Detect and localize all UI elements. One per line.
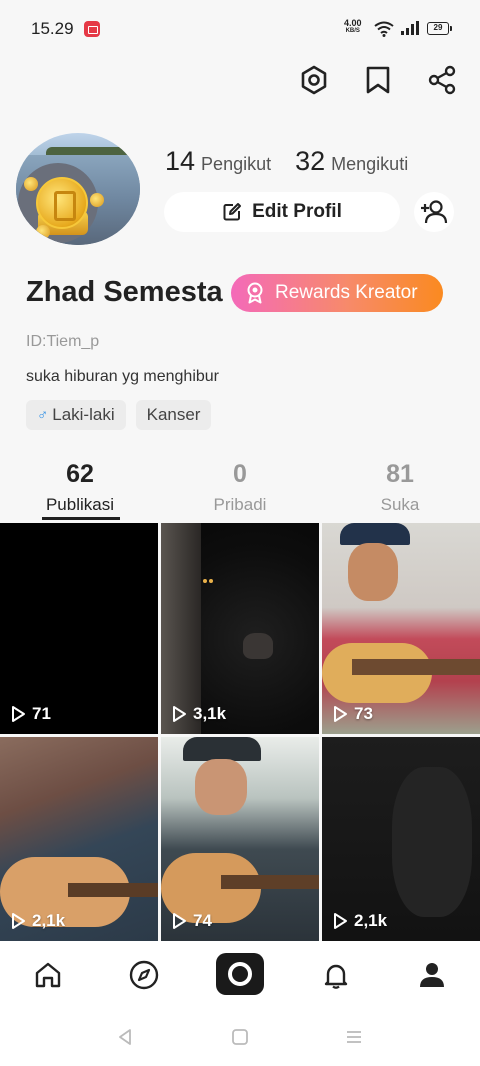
video-grid: 71 3,1k 73 2,1k 74 2,1k [0, 523, 480, 941]
back-icon[interactable] [116, 1028, 134, 1046]
wifi-icon [374, 21, 394, 37]
thumb-hand [243, 633, 273, 659]
view-count: 74 [171, 911, 212, 931]
view-count-value: 73 [354, 704, 373, 723]
thumb-guitar-neck [352, 659, 480, 675]
profile-bio: suka hiburan yg menghibur [26, 368, 220, 385]
tag-gender-label: Laki-laki [52, 405, 115, 424]
video-thumbnail[interactable]: 3,1k [161, 523, 319, 734]
status-time: 15.29 [31, 19, 74, 38]
view-count: 71 [10, 704, 51, 724]
avatar-coin-small [36, 225, 50, 239]
play-icon [173, 913, 186, 929]
view-count: 2,1k [10, 911, 65, 931]
tab-private[interactable]: 0 Pribadi [160, 460, 320, 515]
following-count[interactable]: 32 [295, 146, 325, 177]
play-icon [12, 913, 25, 929]
share-icon[interactable] [424, 62, 460, 98]
thumb-guitar-neck [68, 883, 158, 897]
profile-name: Zhad Semesta [26, 276, 223, 308]
avatar[interactable] [16, 133, 140, 245]
thumb-figure-left [161, 523, 201, 734]
tag-zodiac: Kanser [135, 400, 212, 430]
following-label[interactable]: Mengikuti [331, 154, 408, 175]
thumb-face [195, 759, 247, 815]
screen-record-icon [84, 21, 100, 37]
home-button-icon[interactable] [231, 1028, 249, 1046]
home-icon[interactable] [24, 955, 72, 995]
edit-profile-button[interactable]: Edit Profil [164, 192, 400, 232]
video-thumbnail[interactable]: 2,1k [322, 737, 480, 941]
view-count: 2,1k [332, 911, 387, 931]
tag-zodiac-label: Kanser [146, 405, 201, 424]
play-icon [173, 706, 186, 722]
header-actions [296, 62, 460, 98]
tab-private-count: 0 [233, 460, 247, 488]
view-count-value: 2,1k [32, 911, 66, 930]
video-thumbnail[interactable]: 71 [0, 523, 158, 734]
video-thumbnail[interactable]: 73 [322, 523, 480, 734]
edit-profile-label: Edit Profil [252, 201, 342, 222]
profile-tags: ♂ Laki-laki Kanser [26, 400, 212, 430]
video-thumbnail[interactable]: 74 [161, 737, 319, 941]
recents-icon[interactable] [345, 1028, 363, 1046]
bottom-nav [0, 941, 480, 1008]
followers-label[interactable]: Pengikut [201, 154, 271, 175]
tab-publications-label: Publikasi [45, 495, 115, 514]
signal-icon [401, 21, 419, 35]
view-count-value: 71 [32, 704, 51, 723]
add-user-icon [421, 200, 448, 224]
play-icon [12, 706, 25, 722]
user-id[interactable]: ID:Tiem_p [26, 333, 99, 351]
award-icon [247, 282, 263, 304]
followers-count[interactable]: 14 [165, 146, 195, 177]
network-speed-unit: KB/S [345, 28, 360, 34]
network-speed-value: 4.00 [344, 18, 362, 28]
battery-icon: 29 [427, 22, 452, 35]
notifications-icon[interactable] [312, 955, 360, 995]
bookmark-icon[interactable] [360, 62, 396, 98]
discover-icon[interactable] [120, 955, 168, 995]
video-thumbnail[interactable]: 2,1k [0, 737, 158, 941]
play-icon [334, 913, 347, 929]
status-bar: 15.29 4.00 KB/S 29 [0, 0, 480, 58]
profile-icon[interactable] [408, 955, 456, 995]
view-count: 73 [332, 704, 373, 724]
tab-publications-count: 62 [66, 460, 94, 488]
male-icon: ♂ [37, 406, 49, 424]
network-speed: 4.00 KB/S [344, 19, 362, 35]
add-friend-button[interactable] [414, 192, 454, 232]
tab-likes-label: Suka [380, 495, 420, 514]
thumb-guitar-neck [221, 875, 319, 889]
avatar-coin-small [24, 177, 38, 191]
active-tab-indicator [42, 517, 120, 520]
tab-likes-count: 81 [386, 460, 414, 488]
thumb-figure [392, 767, 472, 917]
tag-gender: ♂ Laki-laki [26, 400, 126, 430]
view-count-value: 3,1k [193, 704, 227, 723]
avatar-coin-small [90, 193, 104, 207]
thumb-face [348, 543, 398, 601]
edit-icon [223, 203, 242, 221]
view-count: 3,1k [171, 704, 226, 724]
thumb-cap [183, 737, 261, 761]
avatar-coin [36, 177, 88, 229]
rewards-creator-button[interactable]: Rewards Kreator [231, 274, 443, 312]
follow-stats: 14 Pengikut 32 Mengikuti [165, 146, 408, 177]
camera-icon[interactable] [216, 953, 264, 995]
view-count-value: 74 [193, 911, 212, 930]
system-nav-bar [0, 1008, 480, 1066]
thumb-light [209, 579, 213, 583]
tab-likes[interactable]: 81 Suka [320, 460, 480, 515]
view-count-value: 2,1k [354, 911, 388, 930]
thumb-cap [340, 523, 410, 545]
tab-private-label: Pribadi [213, 495, 267, 514]
play-icon [334, 706, 347, 722]
thumb-light [203, 579, 207, 583]
tab-publications[interactable]: 62 Publikasi [0, 460, 160, 515]
settings-icon[interactable] [296, 62, 332, 98]
rewards-creator-label: Rewards Kreator [275, 282, 418, 303]
profile-tabs: 62 Publikasi 0 Pribadi 81 Suka [0, 460, 480, 520]
